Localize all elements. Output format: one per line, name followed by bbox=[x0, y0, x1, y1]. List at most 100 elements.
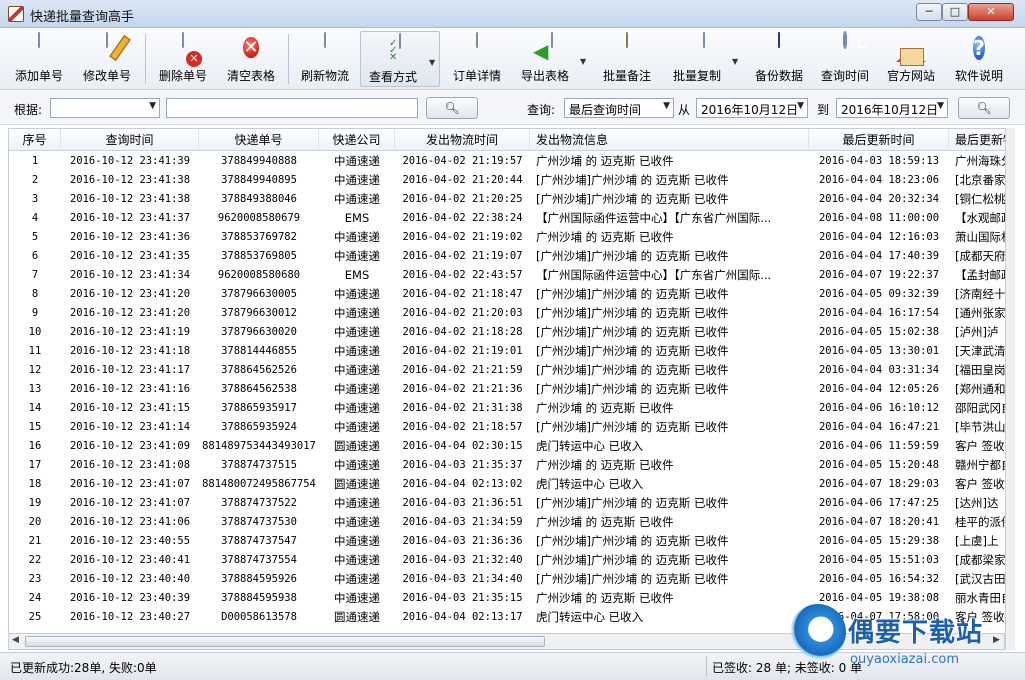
cell-courier: 中通速递 bbox=[334, 591, 380, 605]
chevron-down-icon[interactable]: ▼ bbox=[732, 57, 738, 66]
clear-table-button[interactable]: ✕ 清空表格 bbox=[220, 31, 282, 87]
help-button[interactable]: ? 软件说明 bbox=[948, 31, 1010, 87]
batch-note-button[interactable]: 批量备注 bbox=[596, 31, 658, 87]
chevron-down-icon[interactable]: ▼ bbox=[429, 58, 435, 67]
to-label: 到 bbox=[817, 103, 830, 117]
from-date-picker[interactable]: 2016年10月12日 ▼ bbox=[696, 98, 808, 118]
table-row[interactable]: 17 2016-10-12 23:41:08 378874737515 中通速递 201… bbox=[9, 456, 1014, 475]
maximize-button[interactable]: □ bbox=[942, 3, 968, 21]
cell-dispatch-time: 2016-04-02 22:38:24 bbox=[402, 212, 523, 224]
table-row[interactable]: 22 2016-10-12 23:40:41 378874737554 中通速递 201… bbox=[9, 551, 1014, 570]
cell-tracking-number: 378884595926 bbox=[221, 573, 297, 585]
cell-tracking-number: 378796630012 bbox=[221, 307, 297, 319]
cell-query-time: 2016-10-12 23:40:39 bbox=[69, 592, 191, 604]
batch-copy-button[interactable]: 批量复制 ▼ bbox=[664, 31, 744, 87]
table-row[interactable]: 1 2016-10-12 23:41:39 378849940888 中通速递 2016… bbox=[9, 152, 1014, 171]
cell-dispatch-info: 广州沙埔 的 迈克斯 已收件 bbox=[536, 230, 674, 244]
edit-order-button[interactable]: 修改单号 bbox=[76, 31, 138, 87]
cell-tracking-number: 378853769805 bbox=[221, 250, 297, 262]
table-row[interactable]: 16 2016-10-12 23:41:09 881489753443493017 圆… bbox=[9, 437, 1014, 456]
cell-dispatch-info: [广州沙埔]广州沙埔 的 迈克斯 已收件 bbox=[536, 173, 729, 187]
cell-row-index: 11 bbox=[28, 345, 42, 357]
cell-dispatch-time: 2016-04-02 21:18:47 bbox=[402, 288, 523, 300]
cell-courier: 中通速递 bbox=[334, 382, 380, 396]
export-table-button[interactable]: ◀ 导出表格 ▼ bbox=[514, 31, 590, 87]
date-search-button[interactable]: 🔍︎ bbox=[958, 97, 1010, 119]
cell-row-index: 10 bbox=[28, 326, 42, 338]
refresh-logistics-button[interactable]: 刷新物流 bbox=[294, 31, 356, 87]
results-table[interactable]: 序号 查询时间 快递单号 快递公司 发出物流时间 发出物流信息 最后更新时间 最后更新物 12… bbox=[8, 128, 1015, 634]
delete-order-button[interactable]: ✕ 删除单号 bbox=[152, 31, 214, 87]
cell-dispatch-time: 2016-04-03 21:36:36 bbox=[402, 535, 523, 547]
cell-tracking-number: 378884595938 bbox=[221, 592, 297, 604]
cell-query-time: 2016-10-12 23:40:27 bbox=[69, 611, 191, 623]
table-row[interactable]: 3 2016-10-12 23:41:38 378849388046 中通速递 2016… bbox=[9, 190, 1014, 209]
table-row[interactable]: 14 2016-10-12 23:41:15 378865935917 中通速递 201… bbox=[9, 399, 1014, 418]
column-header-row-index[interactable]: 序号 bbox=[9, 129, 61, 151]
cell-tracking-number: 378874737522 bbox=[221, 497, 297, 509]
cell-dispatch-info: 广州沙埔 的 迈克斯 已收件 bbox=[536, 458, 674, 472]
cell-last-update-time: 2016-04-05 15:20:48 bbox=[818, 459, 940, 471]
cell-query-time: 2016-10-12 23:41:19 bbox=[69, 326, 191, 338]
column-header-dispatch-time[interactable]: 发出物流时间 bbox=[395, 129, 530, 151]
cell-dispatch-time: 2016-04-02 21:19:01 bbox=[402, 345, 523, 357]
search-by-select[interactable]: ▼ bbox=[50, 98, 160, 118]
table-row[interactable]: 13 2016-10-12 23:41:16 378864562538 中通速递 201… bbox=[9, 380, 1014, 399]
table-row[interactable]: 11 2016-10-12 23:41:18 378814446855 中通速递 201… bbox=[9, 342, 1014, 361]
table-row[interactable]: 6 2016-10-12 23:41:35 378853769805 中通速递 2016… bbox=[9, 247, 1014, 266]
scrollbar-thumb[interactable] bbox=[25, 636, 545, 647]
status-divider bbox=[706, 656, 707, 676]
add-order-button[interactable]: 添加单号 bbox=[8, 31, 70, 87]
list-document-icon bbox=[310, 32, 340, 65]
table-row[interactable]: 10 2016-10-12 23:41:19 378796630020 中通速递 201… bbox=[9, 323, 1014, 342]
table-header: 序号 查询时间 快递单号 快递公司 发出物流时间 发出物流信息 最后更新时间 最后更新物 bbox=[9, 129, 1014, 151]
table-row[interactable]: 20 2016-10-12 23:41:06 378874737530 中通速递 201… bbox=[9, 513, 1014, 532]
cell-dispatch-info: 广州沙埔 的 迈克斯 已收件 bbox=[536, 401, 674, 415]
cell-dispatch-info: [广州沙埔]广州沙埔 的 迈克斯 已收件 bbox=[536, 420, 729, 434]
backup-data-button[interactable]: 备份数据 bbox=[748, 31, 810, 87]
column-header-tracking-number[interactable]: 快递单号 bbox=[199, 129, 319, 151]
keyword-input[interactable] bbox=[166, 98, 418, 118]
table-row[interactable]: 2 2016-10-12 23:41:38 378849940895 中通速递 2016… bbox=[9, 171, 1014, 190]
cell-last-update-time: 2016-04-05 09:32:39 bbox=[818, 288, 940, 300]
query-time-button[interactable]: 查询时间 bbox=[814, 31, 876, 87]
table-row[interactable]: 4 2016-10-12 23:41:37 9620008580679 EMS 2016… bbox=[9, 209, 1014, 228]
cell-tracking-number: 378874737547 bbox=[221, 535, 297, 547]
official-website-button[interactable]: 官方网站 bbox=[880, 31, 942, 87]
cell-query-time: 2016-10-12 23:40:41 bbox=[69, 554, 191, 566]
table-row[interactable]: 5 2016-10-12 23:41:36 378853769782 中通速递 2016… bbox=[9, 228, 1014, 247]
table-row[interactable]: 7 2016-10-12 23:41:34 9620008580680 EMS 2016… bbox=[9, 266, 1014, 285]
column-header-dispatch-info[interactable]: 发出物流信息 bbox=[530, 129, 809, 151]
close-button[interactable]: ✕ bbox=[968, 3, 1014, 21]
copy-document-icon bbox=[689, 32, 719, 65]
to-date-picker[interactable]: 2016年10月12日 ▼ bbox=[836, 98, 948, 118]
table-row[interactable]: 15 2016-10-12 23:41:14 378865935924 中通速递 201… bbox=[9, 418, 1014, 437]
search-button[interactable]: 🔍︎ bbox=[426, 97, 478, 119]
table-row[interactable]: 23 2016-10-12 23:40:40 378884595926 中通速递 201… bbox=[9, 570, 1014, 589]
cell-last-update-time: 2016-04-03 18:59:13 bbox=[818, 155, 940, 167]
detail-document-icon bbox=[462, 32, 492, 65]
table-row[interactable]: 8 2016-10-12 23:41:20 378796630005 中通速递 2016… bbox=[9, 285, 1014, 304]
vertical-scrollbar[interactable] bbox=[1005, 128, 1015, 650]
column-header-query-time[interactable]: 查询时间 bbox=[61, 129, 199, 151]
table-row[interactable]: 21 2016-10-12 23:40:55 378874737547 中通速递 201… bbox=[9, 532, 1014, 551]
cell-dispatch-time: 2016-04-03 21:32:40 bbox=[402, 554, 523, 566]
clear-table-label: 清空表格 bbox=[226, 69, 275, 83]
table-row[interactable]: 9 2016-10-12 23:41:20 378796630012 中通速递 2016… bbox=[9, 304, 1014, 323]
query-label: 查询: bbox=[527, 103, 556, 117]
cell-query-time: 2016-10-12 23:41:17 bbox=[69, 364, 191, 376]
cell-tracking-number: 378865935917 bbox=[221, 402, 297, 414]
column-header-last-update-time[interactable]: 最后更新时间 bbox=[809, 129, 949, 151]
scroll-left-icon[interactable]: ◀ bbox=[12, 635, 19, 645]
view-mode-button[interactable]: ✓ ✓ ✕ 查看方式 ▼ bbox=[360, 31, 440, 87]
minimize-button[interactable]: ─ bbox=[916, 3, 942, 21]
table-row[interactable]: 19 2016-10-12 23:41:07 378874737522 中通速递 201… bbox=[9, 494, 1014, 513]
order-detail-button[interactable]: 订单详情 bbox=[446, 31, 508, 87]
column-header-courier[interactable]: 快递公司 bbox=[319, 129, 395, 151]
table-row[interactable]: 12 2016-10-12 23:41:17 378864562526 中通速递 201… bbox=[9, 361, 1014, 380]
chevron-down-icon[interactable]: ▼ bbox=[580, 57, 586, 66]
help-label: 软件说明 bbox=[954, 69, 1003, 83]
table-row[interactable]: 18 2016-10-12 23:41:07 881480072495867754 圆… bbox=[9, 475, 1014, 494]
query-mode-select[interactable]: 最后查询时间 ▼ bbox=[564, 98, 674, 118]
cell-query-time: 2016-10-12 23:41:38 bbox=[69, 193, 191, 205]
